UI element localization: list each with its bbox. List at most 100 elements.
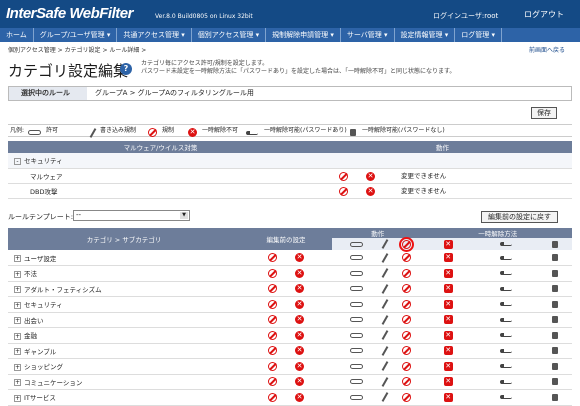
temp-off-radio[interactable]: ✕ (443, 253, 453, 262)
temp-off-icon: ✕ (295, 361, 304, 371)
temp-off-radio[interactable]: ✕ (443, 361, 453, 371)
collapse-icon[interactable]: - (14, 157, 21, 165)
pen-icon (89, 127, 97, 138)
key-radio[interactable] (499, 255, 512, 260)
key-radio[interactable] (499, 271, 512, 276)
reset-button[interactable]: 編集前の設定に戻す (481, 211, 558, 223)
temp-off-radio[interactable]: ✕ (443, 299, 453, 309)
block-radio[interactable] (401, 253, 411, 262)
write-radio[interactable] (381, 252, 389, 263)
block-radio[interactable] (401, 315, 411, 325)
key-radio[interactable] (499, 379, 512, 384)
back-link[interactable]: 前画面へ戻る (529, 45, 565, 54)
allow-radio[interactable] (350, 286, 364, 292)
key-radio[interactable] (499, 317, 512, 322)
lock-radio[interactable] (552, 254, 559, 261)
logout-link[interactable]: ログアウト (524, 9, 564, 20)
allow-radio[interactable] (350, 363, 364, 369)
expand-icon[interactable]: + (14, 363, 21, 371)
lock-radio[interactable] (552, 300, 559, 308)
key-radio[interactable] (499, 302, 512, 307)
template-select[interactable]: -- ▼ (73, 210, 190, 221)
allow-radio[interactable] (350, 348, 364, 354)
write-radio[interactable] (381, 314, 389, 325)
expand-icon[interactable]: + (14, 301, 21, 309)
category-table: カテゴリ > サブカテゴリ 編集前の設定 動作 一時解除方法 ✕ + ユーザ設定 ✕ ✕… (8, 228, 572, 406)
nav-item[interactable]: ホーム (0, 28, 34, 42)
nav-item[interactable]: 個別アクセス管理 ▾ (192, 28, 267, 42)
temp-off-radio[interactable]: ✕ (443, 330, 453, 340)
template-label: ルールテンプレート: (8, 213, 74, 221)
expand-icon[interactable]: + (14, 348, 21, 356)
nav-item[interactable]: グループ/ユーザ管理 ▾ (34, 28, 118, 42)
lock-radio[interactable] (552, 285, 559, 293)
lock-radio[interactable] (552, 362, 559, 370)
write-radio[interactable] (381, 268, 389, 279)
allow-radio[interactable] (350, 332, 364, 338)
write-radio[interactable] (381, 330, 389, 341)
nav-item[interactable]: ログ管理 ▾ (455, 28, 503, 42)
help-icon[interactable]: ? (120, 63, 132, 75)
nav-item[interactable]: サーバ管理 ▾ (341, 28, 395, 42)
write-radio[interactable] (381, 392, 389, 403)
key-radio[interactable] (499, 395, 512, 400)
allow-radio[interactable] (350, 255, 364, 260)
save-button[interactable]: 保存 (531, 107, 557, 119)
expand-icon[interactable]: + (14, 379, 21, 387)
expand-icon[interactable]: + (14, 270, 21, 278)
block-radio[interactable] (401, 330, 411, 340)
nav-item[interactable]: 共通アクセス管理 ▾ (117, 28, 192, 42)
lock-radio[interactable] (552, 331, 559, 339)
chevron-down-icon: ▼ (180, 212, 188, 219)
temp-off-radio[interactable]: ✕ (443, 346, 453, 356)
page-description: カテゴリ毎にアクセス許可/規制を設定します。 パスワード未設定を一時解除方法に「パ… (141, 60, 456, 75)
block-radio[interactable] (401, 284, 411, 294)
block-radio[interactable] (401, 268, 411, 278)
lock-radio[interactable] (552, 347, 559, 355)
temp-off-radio[interactable]: ✕ (443, 284, 453, 294)
block-radio[interactable] (401, 299, 411, 309)
lock-radio[interactable] (552, 269, 559, 277)
table-row: マルウェア ✕ 変更できません (8, 168, 572, 184)
table-row: + コミュニケーション ✕ ✕ (8, 374, 572, 390)
expand-icon[interactable]: + (14, 286, 21, 294)
allow-icon (350, 241, 364, 247)
key-radio[interactable] (499, 333, 512, 338)
write-radio[interactable] (381, 361, 389, 372)
expand-icon[interactable]: + (14, 332, 21, 340)
block-radio[interactable] (401, 361, 411, 371)
write-radio[interactable] (381, 345, 389, 356)
category-name: 不法 (24, 270, 37, 279)
key-icon (499, 242, 512, 246)
lock-radio[interactable] (552, 316, 559, 324)
nav-item[interactable]: 設定情報管理 ▾ (395, 28, 456, 42)
key-radio[interactable] (499, 286, 512, 291)
temp-off-radio[interactable]: ✕ (443, 268, 453, 278)
block-radio[interactable] (401, 377, 411, 387)
write-radio[interactable] (381, 283, 389, 294)
write-radio[interactable] (381, 376, 389, 387)
write-radio[interactable] (381, 299, 389, 310)
nav-item[interactable]: 規制解除申請管理 ▾ (266, 28, 341, 42)
allow-radio[interactable] (350, 394, 364, 400)
temp-off-radio[interactable]: ✕ (443, 377, 453, 387)
block-radio[interactable] (401, 392, 411, 402)
lock-radio[interactable] (552, 378, 559, 386)
allow-radio[interactable] (350, 270, 364, 276)
allow-radio[interactable] (350, 379, 364, 385)
temp-off-radio[interactable]: ✕ (443, 392, 453, 402)
key-radio[interactable] (499, 364, 512, 369)
block-icon (268, 361, 277, 371)
temp-off-icon: ✕ (295, 315, 304, 325)
header-bar: InterSafe WebFilter Ver.8.0 Build0805 on… (0, 0, 580, 28)
allow-radio[interactable] (350, 301, 364, 307)
temp-off-radio[interactable]: ✕ (443, 315, 453, 325)
expand-icon[interactable]: + (14, 317, 21, 325)
expand-icon[interactable]: + (14, 394, 21, 402)
key-radio[interactable] (499, 348, 512, 353)
table-row: + ショッピング ✕ ✕ (8, 358, 572, 375)
expand-icon[interactable]: + (14, 255, 21, 262)
block-radio[interactable] (401, 346, 411, 356)
pen-icon (381, 239, 389, 249)
allow-radio[interactable] (350, 317, 364, 323)
